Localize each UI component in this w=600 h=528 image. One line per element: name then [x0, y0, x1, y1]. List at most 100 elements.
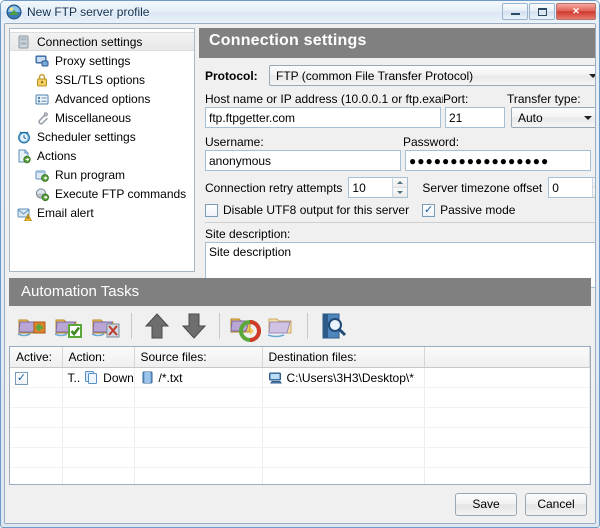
timezone-increment-button[interactable]	[593, 178, 595, 188]
cell-empty	[134, 427, 263, 448]
cell-empty	[10, 467, 63, 484]
maximize-icon	[537, 7, 547, 16]
cell-empty	[134, 447, 263, 468]
timezone-spin-buttons[interactable]	[592, 177, 595, 198]
column-header-destination-files[interactable]: Destination files:	[262, 347, 425, 368]
protocol-select[interactable]: FTP (common File Transfer Protocol)	[269, 65, 595, 86]
tasks-grid[interactable]: Active: Action: Source files: Destinatio…	[9, 346, 591, 485]
action-prefix: T..	[67, 370, 81, 385]
sidebar-item-run-program[interactable]: Run program	[10, 165, 194, 184]
client-area: Connection settings Proxy settings SSL/T…	[4, 23, 596, 524]
sidebar-item-label: Proxy settings	[55, 53, 131, 68]
tasks-table: Active: Action: Source files: Destinatio…	[10, 347, 590, 484]
protocol-label: Protocol:	[205, 68, 258, 83]
passive-mode-checkbox[interactable]: ✓	[422, 203, 436, 217]
cell-empty	[10, 427, 63, 448]
column-header-action[interactable]: Action:	[62, 347, 135, 368]
sidebar-item-label: Actions	[37, 148, 77, 163]
toolbar-separator	[131, 313, 132, 339]
cell-destination-files: C:\Users\3H3\Desktop\*	[262, 367, 425, 388]
site-description-label-row: Site description:	[205, 227, 595, 241]
edit-task-button[interactable]	[52, 309, 86, 343]
cell-empty	[10, 447, 63, 468]
close-button[interactable]: ✕	[556, 3, 596, 20]
row-active-checkbox[interactable]: ✓	[15, 372, 28, 385]
transfer-type-select[interactable]: Auto	[511, 107, 595, 128]
host-label: Host name or IP address (10.0.0.1 or ftp…	[205, 92, 443, 106]
table-row-empty[interactable]	[10, 447, 590, 468]
retry-increment-button[interactable]	[393, 178, 408, 188]
timezone-stepper[interactable]	[548, 177, 595, 198]
sidebar-item-label: Connection settings	[37, 34, 143, 49]
host-input[interactable]	[205, 107, 441, 128]
host-inputs-row: Auto	[205, 107, 595, 128]
sidebar-item-execute-ftp-commands[interactable]: Execute FTP commands	[10, 184, 194, 203]
table-row-empty[interactable]	[10, 427, 590, 448]
source-value: /*.txt	[158, 370, 183, 385]
minimize-icon	[510, 13, 520, 15]
close-icon: ✕	[572, 6, 580, 16]
sidebar-item-label: Miscellaneous	[55, 110, 132, 125]
sidebar-item-connection-settings[interactable]: Connection settings	[10, 32, 194, 51]
cell-empty	[424, 387, 590, 408]
disable-utf8-checkbox[interactable]	[205, 203, 218, 217]
preview-task-button[interactable]	[316, 309, 350, 343]
column-header-active[interactable]: Active:	[10, 347, 63, 368]
cell-empty	[134, 467, 263, 484]
alarm-clock-icon	[16, 129, 32, 145]
table-row[interactable]: ✓ T.. Downl..	[10, 367, 590, 388]
sidebar-item-proxy-settings[interactable]: Proxy settings	[10, 51, 194, 70]
table-header-row: Active: Action: Source files: Destinatio…	[10, 347, 590, 368]
disable-utf8-label: Disable UTF8 output for this server	[223, 203, 410, 217]
sidebar-item-email-alert[interactable]: Email alert	[10, 203, 194, 222]
table-row-empty[interactable]	[10, 467, 590, 484]
cell-empty	[62, 407, 135, 428]
column-header-source-files[interactable]: Source files:	[134, 347, 263, 368]
cell-empty	[62, 427, 135, 448]
cancel-button[interactable]: Cancel	[525, 492, 587, 516]
save-button[interactable]: Save	[455, 492, 517, 516]
column-header-extra[interactable]	[424, 347, 590, 368]
delete-task-button[interactable]	[89, 309, 123, 343]
maximize-button[interactable]	[529, 3, 555, 20]
retry-spin-buttons[interactable]	[392, 177, 409, 198]
move-up-button[interactable]	[140, 309, 174, 343]
sidebar-item-label: SSL/TLS options	[55, 72, 146, 87]
password-input[interactable]	[405, 150, 591, 171]
sidebar-item-miscellaneous[interactable]: Miscellaneous	[10, 108, 194, 127]
sidebar-item-actions[interactable]: Actions	[10, 146, 194, 165]
username-input[interactable]	[205, 150, 401, 171]
email-alert-icon	[16, 205, 33, 221]
minimize-button[interactable]	[502, 3, 528, 20]
add-task-button[interactable]	[15, 309, 49, 343]
credentials-inputs-row	[205, 150, 595, 171]
sidebar-item-ssl-tls-options[interactable]: SSL/TLS options	[10, 70, 194, 89]
options-row: Disable UTF8 output for this server ✓ Pa…	[205, 203, 595, 217]
port-input[interactable]	[445, 107, 505, 128]
settings-tree[interactable]: Connection settings Proxy settings SSL/T…	[9, 28, 195, 272]
table-row-empty[interactable]	[10, 387, 590, 408]
sync-task-button[interactable]	[228, 309, 262, 343]
sidebar-item-scheduler-settings[interactable]: Scheduler settings	[10, 127, 194, 146]
retry-decrement-button[interactable]	[393, 187, 408, 197]
timezone-decrement-button[interactable]	[593, 187, 595, 197]
padlock-icon	[34, 72, 50, 88]
retry-stepper[interactable]	[348, 177, 409, 198]
title-bar: New FTP server profile ✕	[1, 1, 599, 23]
cell-active[interactable]: ✓	[10, 367, 63, 388]
actions-page-icon	[16, 148, 32, 164]
tasks-toolbar	[9, 306, 591, 346]
connection-form: Protocol: FTP (common File Transfer Prot…	[199, 58, 595, 291]
arrow-up-icon	[397, 180, 404, 184]
retry-label: Connection retry attempts	[205, 180, 343, 195]
sidebar-item-advanced-options[interactable]: Advanced options	[10, 89, 194, 108]
window-title: New FTP server profile	[27, 5, 150, 19]
copy-task-button[interactable]	[265, 309, 299, 343]
timezone-input[interactable]	[548, 177, 593, 198]
move-down-button[interactable]	[177, 309, 211, 343]
connection-settings-panel: Connection settings Protocol: FTP (commo…	[199, 28, 595, 288]
sidebar-item-label: Execute FTP commands	[55, 186, 187, 201]
table-row-empty[interactable]	[10, 407, 590, 428]
retry-input[interactable]	[348, 177, 393, 198]
cell-empty	[424, 447, 590, 468]
